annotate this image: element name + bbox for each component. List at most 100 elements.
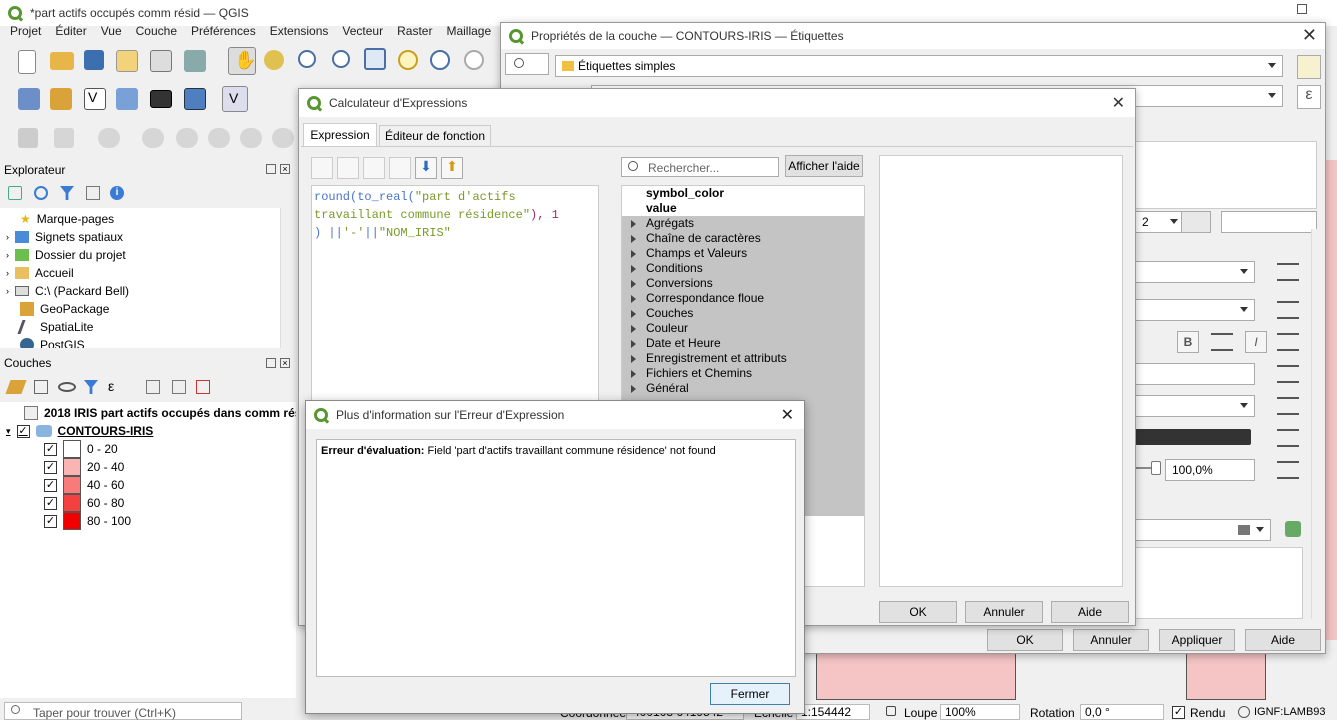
- opacity-slider-handle[interactable]: [1151, 461, 1161, 475]
- cut-features-icon[interactable]: [208, 128, 230, 148]
- function-group[interactable]: Fichiers et Chemins: [622, 366, 864, 381]
- menu-vue[interactable]: Vue: [101, 24, 122, 38]
- legend-class-row[interactable]: ✓ 80 - 100: [44, 512, 131, 530]
- filter-legend-icon[interactable]: [84, 380, 98, 394]
- class-checkbox[interactable]: ✓: [44, 496, 57, 510]
- info-icon[interactable]: i: [110, 186, 124, 200]
- pan-to-selection-icon[interactable]: [264, 50, 284, 70]
- expression-filter-icon[interactable]: ε: [108, 378, 114, 394]
- expand-arrow-icon[interactable]: ›: [6, 250, 9, 260]
- tree-item-bookmarks[interactable]: ★ Marque-pages: [20, 210, 114, 228]
- class-checkbox[interactable]: ✓: [44, 460, 57, 474]
- layout-manager-icon[interactable]: [150, 50, 172, 72]
- data-defined-override-icon[interactable]: [1211, 333, 1233, 351]
- expand-all-icon[interactable]: [146, 380, 160, 394]
- menu-couche[interactable]: Couche: [136, 24, 177, 38]
- style-list[interactable]: [1135, 547, 1303, 619]
- bold-button[interactable]: B: [1177, 331, 1199, 353]
- collapse-arrow-icon[interactable]: ▾: [6, 426, 11, 437]
- menu-preferences[interactable]: Préférences: [191, 24, 256, 38]
- style-filter-combo[interactable]: [1135, 519, 1271, 541]
- data-defined-override-icon[interactable]: [1277, 333, 1299, 351]
- save-icon[interactable]: [337, 157, 359, 179]
- style-brush-icon[interactable]: [5, 380, 27, 394]
- cursor-tool-icon[interactable]: [1181, 211, 1211, 233]
- tab-expression[interactable]: Expression: [303, 123, 377, 147]
- font-size-combo[interactable]: 2: [1135, 211, 1185, 233]
- function-item[interactable]: symbol_color: [622, 186, 864, 201]
- props-ok-button[interactable]: OK: [987, 629, 1063, 651]
- expr-ok-button[interactable]: OK: [879, 601, 957, 623]
- toggle-editing-icon[interactable]: [18, 128, 38, 148]
- legend-class-row[interactable]: ✓ 0 - 20: [44, 440, 118, 458]
- zoom-value[interactable]: 100%: [940, 704, 1020, 720]
- data-source-manager-icon[interactable]: [18, 88, 40, 110]
- legend-class-row[interactable]: ✓ 60 - 80: [44, 494, 124, 512]
- close-panel-icon[interactable]: ×: [280, 164, 290, 174]
- close-panel-icon[interactable]: ×: [280, 358, 290, 368]
- function-group[interactable]: Couleur: [622, 321, 864, 336]
- add-selected-layers-icon[interactable]: [8, 186, 22, 200]
- tree-item-postgis[interactable]: PostGIS: [20, 336, 85, 348]
- expand-arrow-icon[interactable]: ›: [6, 232, 9, 242]
- layer-group-row[interactable]: 2018 IRIS part actifs occupés dans comm …: [24, 404, 296, 422]
- virtual-layer-icon[interactable]: [150, 90, 172, 108]
- function-item[interactable]: value: [622, 201, 864, 216]
- new-print-layout-icon[interactable]: [116, 50, 138, 72]
- function-group[interactable]: Enregistrement et attributs: [622, 351, 864, 366]
- legend-class-row[interactable]: ✓ 20 - 40: [44, 458, 124, 476]
- save-project-icon[interactable]: [84, 50, 104, 70]
- node-tool-icon[interactable]: [142, 128, 164, 148]
- new-geopackage-icon[interactable]: [50, 88, 72, 110]
- data-defined-override-icon[interactable]: [1277, 365, 1299, 383]
- crs-label[interactable]: IGNF:LAMB93: [1254, 706, 1326, 718]
- layer-contours-iris[interactable]: ▾ ✓ CONTOURS-IRIS: [6, 422, 153, 440]
- auto-placement-icon[interactable]: [1297, 55, 1321, 79]
- refresh-icon[interactable]: [34, 186, 48, 200]
- tree-item-geopackage[interactable]: GeoPackage: [20, 300, 109, 318]
- color-button[interactable]: [1135, 429, 1251, 445]
- function-group[interactable]: Agrégats: [622, 216, 864, 231]
- tree-item-spatial-bookmarks[interactable]: › Signets spatiaux: [6, 228, 123, 246]
- expand-arrow-icon[interactable]: ›: [6, 286, 9, 296]
- expression-epsilon-icon[interactable]: ε: [1297, 85, 1321, 109]
- labels-mode-combo[interactable]: Étiquettes simples: [555, 55, 1283, 77]
- tree-item-project-folder[interactable]: › Dossier du projet: [6, 246, 126, 264]
- unit-combo[interactable]: [1135, 395, 1255, 417]
- close-button[interactable]: Fermer: [710, 683, 790, 705]
- add-feature-icon[interactable]: [54, 128, 74, 148]
- data-defined-override-icon[interactable]: [1277, 461, 1299, 479]
- legend-class-row[interactable]: ✓ 40 - 60: [44, 476, 124, 494]
- class-checkbox[interactable]: ✓: [44, 442, 57, 456]
- function-group[interactable]: Chaîne de caractères: [622, 231, 864, 246]
- export-icon[interactable]: ⬆: [441, 157, 463, 179]
- menu-projet[interactable]: Projet: [10, 24, 41, 38]
- pan-hand-icon[interactable]: ✋: [228, 47, 256, 75]
- function-group[interactable]: Date et Heure: [622, 336, 864, 351]
- data-defined-override-icon[interactable]: [1277, 263, 1299, 281]
- close-icon[interactable]: ✕: [1302, 25, 1317, 46]
- paste-features-icon[interactable]: [272, 128, 294, 148]
- style-manager-icon[interactable]: [1285, 521, 1301, 537]
- expand-arrow-icon[interactable]: ›: [6, 268, 9, 278]
- expr-cancel-button[interactable]: Annuler: [965, 601, 1043, 623]
- copy-features-icon[interactable]: [240, 128, 262, 148]
- italic-button[interactable]: I: [1245, 331, 1267, 353]
- function-search-input[interactable]: Rechercher...: [621, 157, 779, 177]
- float-panel-icon[interactable]: [266, 358, 276, 368]
- crs-globe-icon[interactable]: [1238, 706, 1250, 718]
- function-group[interactable]: Couches: [622, 306, 864, 321]
- layer-visibility-checkbox[interactable]: ✓: [16, 424, 30, 438]
- props-search-box[interactable]: [505, 53, 549, 75]
- lock-icon[interactable]: [886, 706, 896, 716]
- new-shapefile-icon[interactable]: V: [84, 88, 106, 110]
- close-icon[interactable]: ✕: [781, 405, 794, 425]
- props-scrollbar[interactable]: [1311, 229, 1325, 619]
- tree-item-home[interactable]: › Accueil: [6, 264, 74, 282]
- tree-item-spatialite[interactable]: SpatiaLite: [17, 318, 93, 336]
- raster-layer-icon[interactable]: [184, 88, 206, 110]
- tab-function-editor[interactable]: Éditeur de fonction: [379, 125, 491, 147]
- opacity-spin[interactable]: 100,0%: [1165, 459, 1255, 481]
- digitize-icon[interactable]: [116, 88, 138, 110]
- font-combo[interactable]: [1135, 261, 1255, 283]
